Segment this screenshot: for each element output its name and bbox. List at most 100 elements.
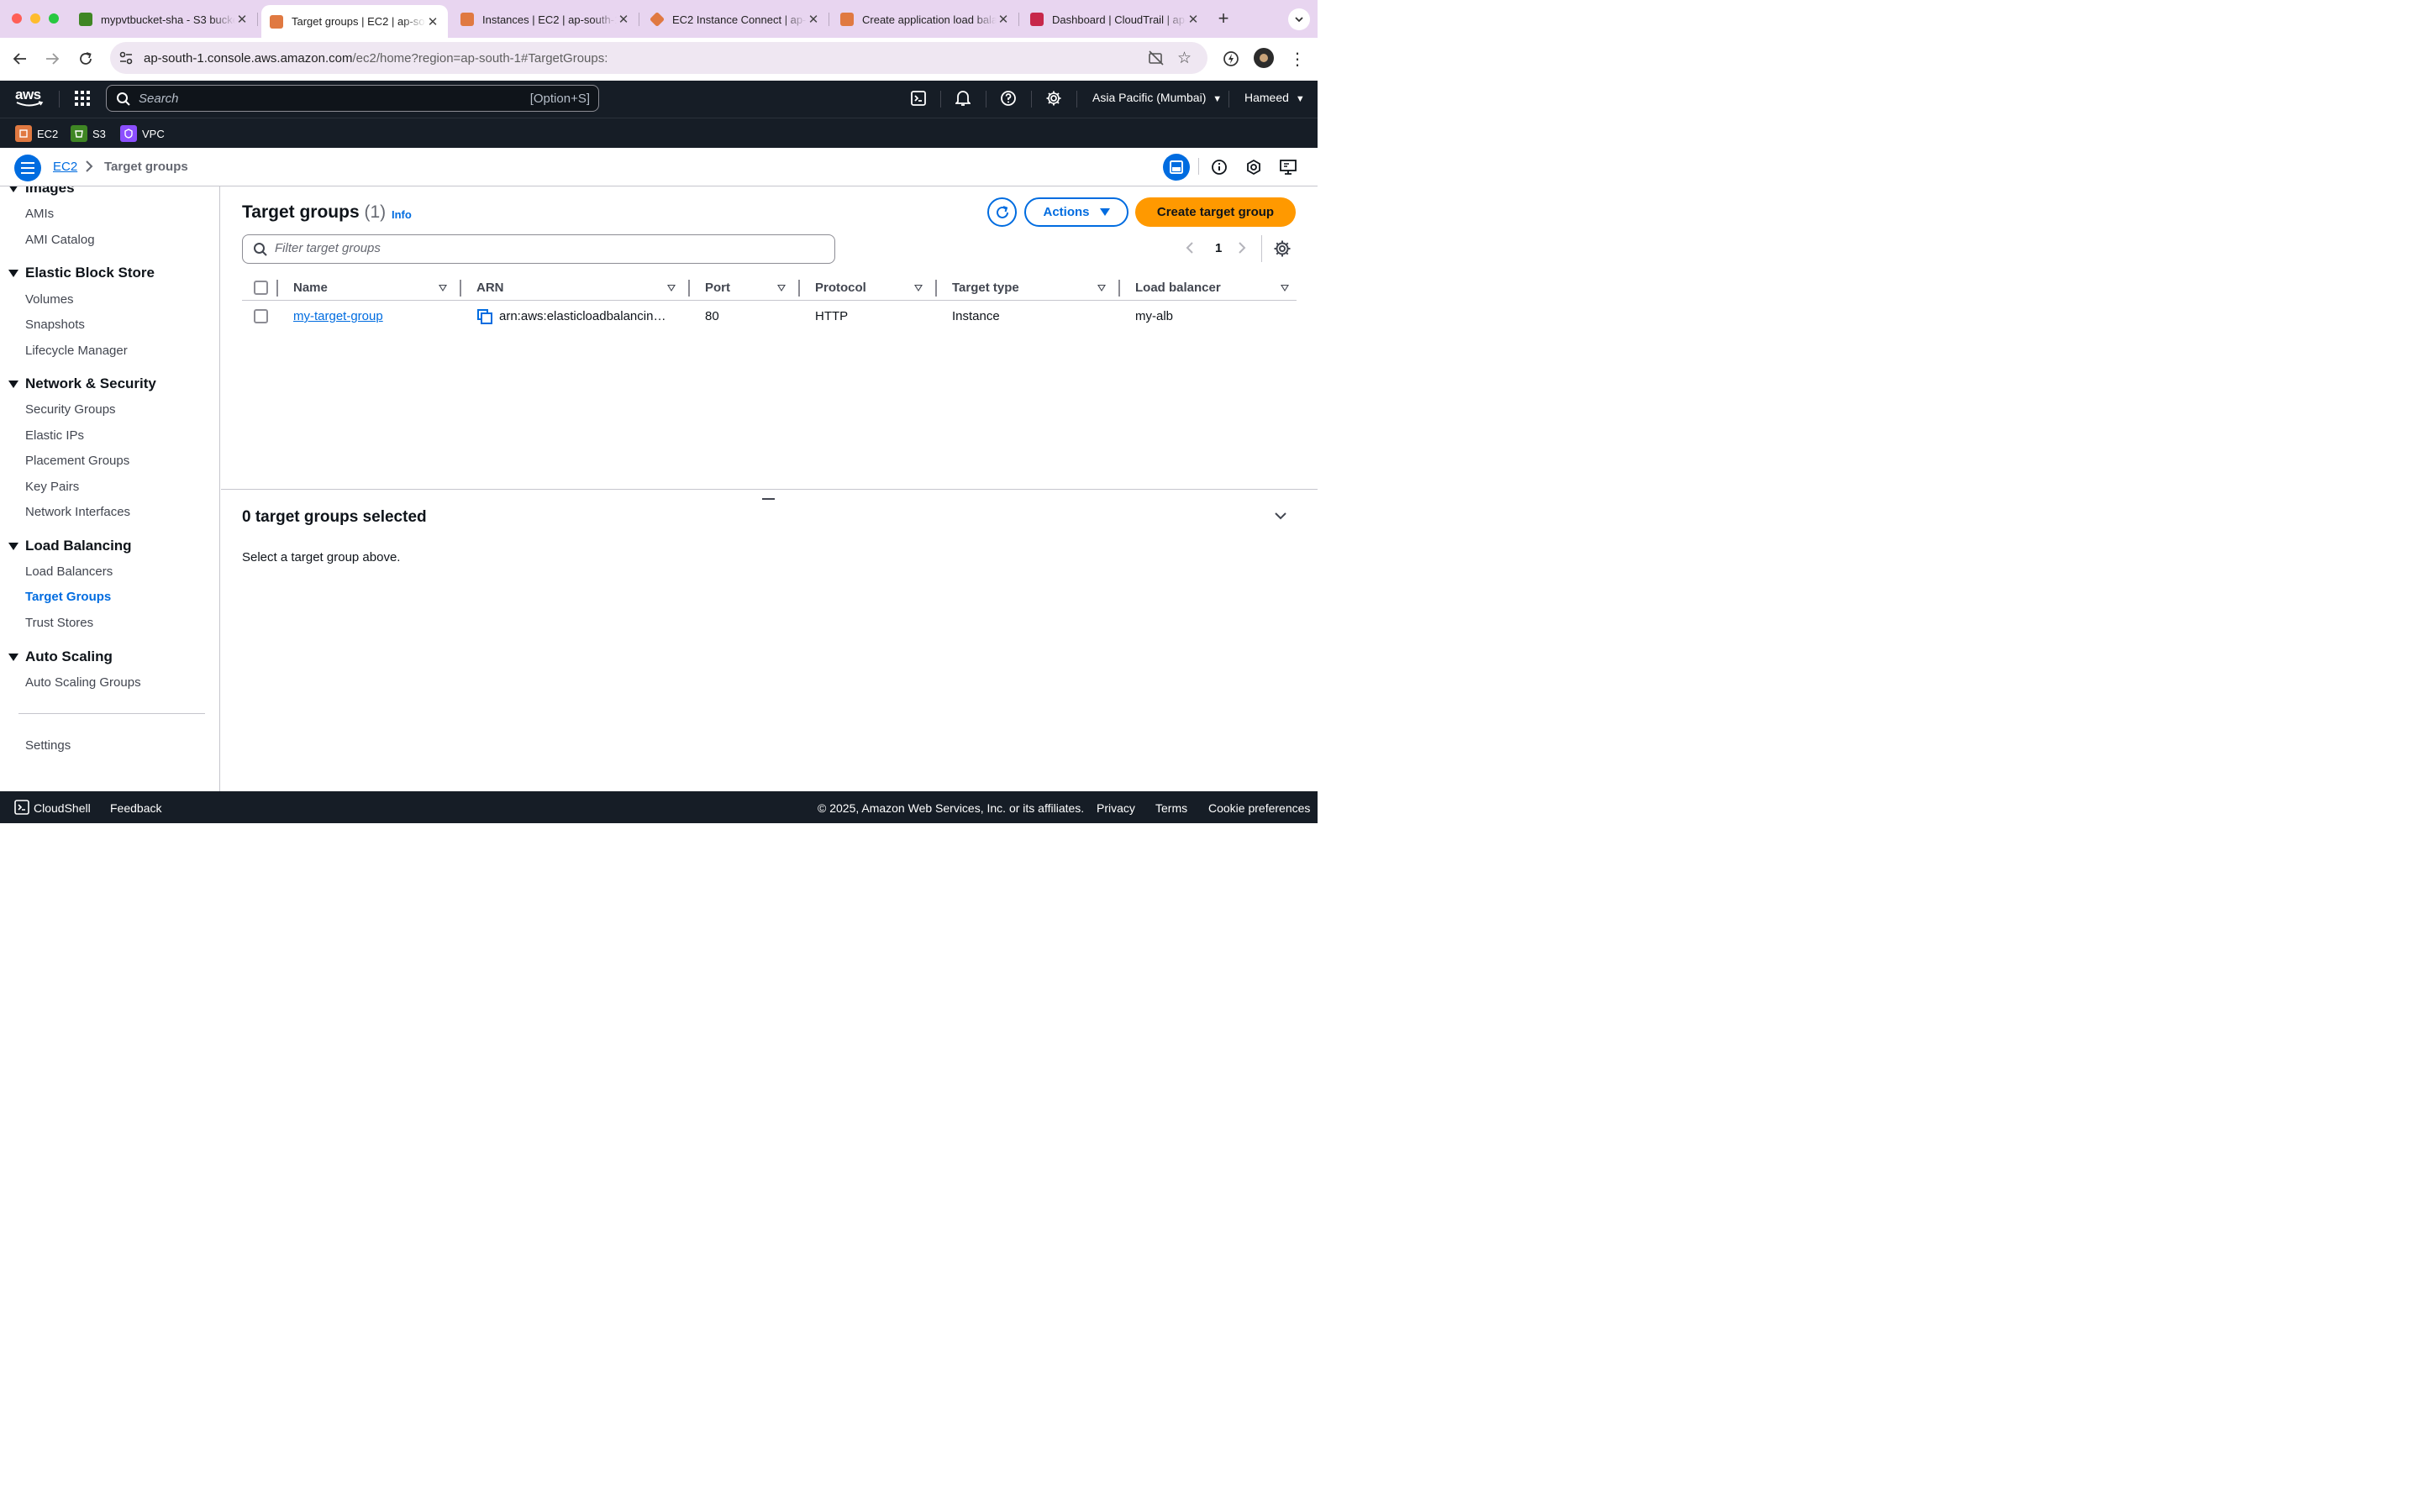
column-header-name[interactable]: Name [293, 281, 328, 295]
window-zoom-button[interactable] [49, 13, 59, 24]
sidebar-item-network-interfaces[interactable]: Network Interfaces [25, 505, 130, 519]
browser-tab[interactable]: Instances | EC2 | ap-south-1 ✕ [452, 5, 639, 34]
feedback-screen-icon[interactable] [1275, 154, 1302, 181]
sidebar-item-trust-stores[interactable]: Trust Stores [25, 616, 93, 630]
sort-icon[interactable] [1097, 285, 1106, 291]
close-tab-icon[interactable]: ✕ [617, 12, 630, 27]
console-search-input[interactable]: Search [Option+S] [106, 85, 599, 112]
column-resizer[interactable] [935, 280, 937, 297]
sort-icon[interactable] [1281, 285, 1289, 291]
browser-tab[interactable]: Dashboard | CloudTrail | ap-south-1 ✕ [1022, 5, 1208, 34]
address-bar[interactable]: ap-south-1.console.aws.amazon.com/ec2/ho… [110, 42, 1207, 74]
forward-arrow-icon[interactable] [41, 48, 63, 70]
back-arrow-icon[interactable] [9, 48, 31, 70]
sidebar-item-settings[interactable]: Settings [25, 738, 71, 753]
sort-icon[interactable] [914, 285, 923, 291]
create-target-group-button[interactable]: Create target group [1135, 197, 1296, 227]
sidebar-item-load-balancers[interactable]: Load Balancers [25, 564, 113, 579]
sidebar-item-lifecycle-manager[interactable]: Lifecycle Manager [25, 344, 128, 358]
target-group-name-link[interactable]: my-target-group [293, 309, 383, 323]
terms-link[interactable]: Terms [1155, 801, 1187, 815]
sidebar-item-elastic-ips[interactable]: Elastic IPs [25, 428, 84, 443]
cloudshell-link[interactable]: CloudShell [34, 801, 91, 815]
column-resizer[interactable] [460, 280, 461, 297]
chevron-down-icon[interactable] [1274, 509, 1287, 527]
window-close-button[interactable] [12, 13, 22, 24]
select-all-checkbox[interactable] [254, 281, 268, 295]
close-tab-icon[interactable]: ✕ [235, 12, 249, 27]
actions-dropdown-button[interactable]: Actions [1024, 197, 1128, 227]
favorite-s3[interactable]: S3 [71, 125, 106, 142]
breadcrumb-ec2-link[interactable]: EC2 [53, 160, 77, 174]
info-link[interactable]: Info [392, 208, 412, 221]
sort-icon[interactable] [439, 285, 447, 291]
filter-input[interactable] [275, 241, 813, 255]
help-icon[interactable] [999, 89, 1018, 108]
sort-icon[interactable] [667, 285, 676, 291]
favorite-ec2[interactable]: EC2 [15, 125, 58, 142]
sort-icon[interactable] [777, 285, 786, 291]
favorite-vpc[interactable]: VPC [120, 125, 165, 142]
sidebar-item-placement-groups[interactable]: Placement Groups [25, 454, 129, 468]
region-selector[interactable]: Asia Pacific (Mumbai) ▼ [1092, 91, 1222, 104]
split-panel-toggle-icon[interactable] [1163, 154, 1190, 181]
cloudshell-footer-icon[interactable] [14, 800, 29, 817]
sidebar-item-amis[interactable]: AMIs [25, 207, 54, 221]
column-header-arn[interactable]: ARN [476, 281, 504, 295]
refresh-button[interactable] [987, 197, 1017, 227]
new-tab-icon[interactable]: + [1213, 8, 1234, 29]
sidebar-item-volumes[interactable]: Volumes [25, 292, 74, 307]
sidebar-item-snapshots[interactable]: Snapshots [25, 318, 85, 332]
notifications-bell-icon[interactable] [954, 89, 972, 108]
sidebar-item-security-groups[interactable]: Security Groups [25, 402, 116, 417]
camera-blocked-icon[interactable] [1148, 50, 1165, 70]
info-icon[interactable] [1206, 154, 1233, 181]
sidebar-item-key-pairs[interactable]: Key Pairs [25, 480, 79, 494]
sidebar-section-ebs[interactable]: Elastic Block Store [8, 265, 155, 281]
hamburger-menu-icon[interactable] [14, 155, 41, 181]
bookmark-star-icon[interactable]: ☆ [1177, 49, 1192, 68]
browser-tab[interactable]: EC2 Instance Connect | ap-south-1 ✕ [642, 5, 829, 34]
reload-icon[interactable] [75, 48, 97, 70]
column-resizer[interactable] [798, 280, 800, 297]
sidebar-section-load-balancing[interactable]: Load Balancing [8, 538, 132, 554]
previous-page-chevron-icon[interactable] [1186, 241, 1194, 259]
column-header-protocol[interactable]: Protocol [815, 281, 866, 295]
column-header-target-type[interactable]: Target type [952, 281, 1019, 295]
aws-logo[interactable]: aws [15, 87, 45, 109]
close-tab-icon[interactable]: ✕ [807, 12, 820, 27]
column-header-port[interactable]: Port [705, 281, 730, 295]
site-settings-icon[interactable] [118, 50, 134, 70]
account-menu[interactable]: Hameed ▼ [1244, 91, 1305, 104]
browser-tab[interactable]: Create application load balancer ✕ [832, 5, 1019, 34]
close-tab-icon[interactable]: ✕ [1186, 12, 1200, 27]
next-page-chevron-icon[interactable] [1238, 241, 1246, 259]
copy-icon[interactable] [477, 309, 492, 328]
feedback-link[interactable]: Feedback [110, 801, 161, 815]
browser-tab[interactable]: mypvtbucket-sha - S3 bucket ✕ [71, 5, 258, 34]
filter-target-groups-field[interactable] [242, 234, 835, 264]
close-tab-icon[interactable]: ✕ [426, 14, 439, 29]
browser-menu-icon[interactable]: ⋮ [1286, 48, 1308, 70]
cookie-preferences-link[interactable]: Cookie preferences [1208, 801, 1310, 815]
cloudshell-icon[interactable] [909, 89, 928, 108]
privacy-link[interactable]: Privacy [1097, 801, 1135, 815]
sidebar-section-auto-scaling[interactable]: Auto Scaling [8, 648, 113, 665]
row-select-checkbox[interactable] [254, 309, 268, 323]
settings-gear-icon[interactable] [1044, 89, 1063, 108]
profile-avatar[interactable] [1254, 48, 1274, 68]
close-tab-icon[interactable]: ✕ [997, 12, 1010, 27]
sidebar-section-images[interactable]: Images [8, 186, 75, 197]
sidebar-section-network-security[interactable]: Network & Security [8, 375, 156, 392]
extension-icon[interactable] [1220, 48, 1242, 70]
current-page-number[interactable]: 1 [1215, 241, 1222, 255]
sidebar-item-ami-catalog[interactable]: AMI Catalog [25, 233, 95, 247]
column-header-load-balancer[interactable]: Load balancer [1135, 281, 1221, 295]
column-resizer[interactable] [688, 280, 690, 297]
browser-tab-active[interactable]: Target groups | EC2 | ap-south-1 ✕ [261, 5, 448, 38]
services-grid-icon[interactable] [73, 89, 92, 108]
sidebar-item-target-groups[interactable]: Target Groups [25, 590, 111, 604]
window-minimize-button[interactable] [30, 13, 40, 24]
table-preferences-gear-icon[interactable] [1273, 239, 1292, 262]
tab-search-chevron-icon[interactable] [1288, 8, 1310, 30]
